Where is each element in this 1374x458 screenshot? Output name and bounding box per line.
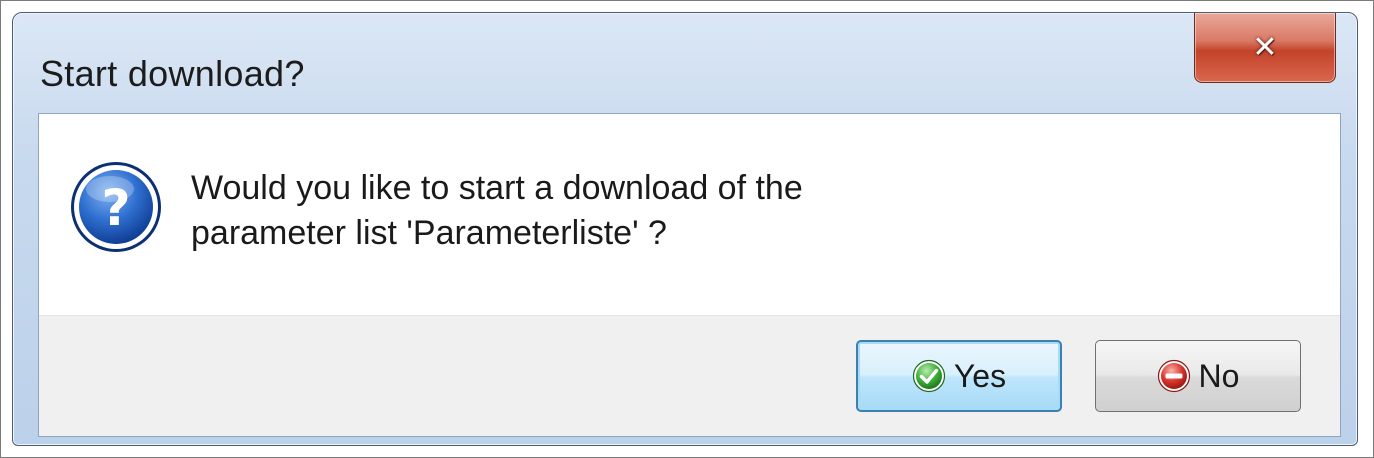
message-text: Would you like to start a download of th… [191, 166, 803, 256]
check-icon [912, 359, 945, 393]
minus-icon [1157, 359, 1190, 393]
message-line-1: Would you like to start a download of th… [191, 169, 803, 207]
close-icon: ✕ [1252, 29, 1278, 65]
question-icon: ? [71, 162, 161, 252]
yes-button[interactable]: Yes [856, 340, 1062, 412]
yes-button-label: Yes [953, 357, 1007, 394]
title-bar[interactable]: Start download? ✕ [13, 13, 1357, 113]
message-area: ? Would you like to start a download of … [39, 114, 1340, 315]
svg-text:?: ? [101, 179, 130, 237]
dialog-client-area: ? Would you like to start a download of … [38, 113, 1341, 437]
button-bar: Yes No [39, 315, 1340, 436]
message-line-2: parameter list 'Parameterliste' ? [191, 214, 667, 252]
no-button-label: No [1198, 357, 1240, 394]
dialog-title: Start download? [40, 53, 305, 94]
no-button[interactable]: No [1095, 340, 1301, 412]
close-button[interactable]: ✕ [1194, 13, 1336, 83]
dialog-window: Start download? ✕ ? Would you like to st… [12, 12, 1358, 446]
